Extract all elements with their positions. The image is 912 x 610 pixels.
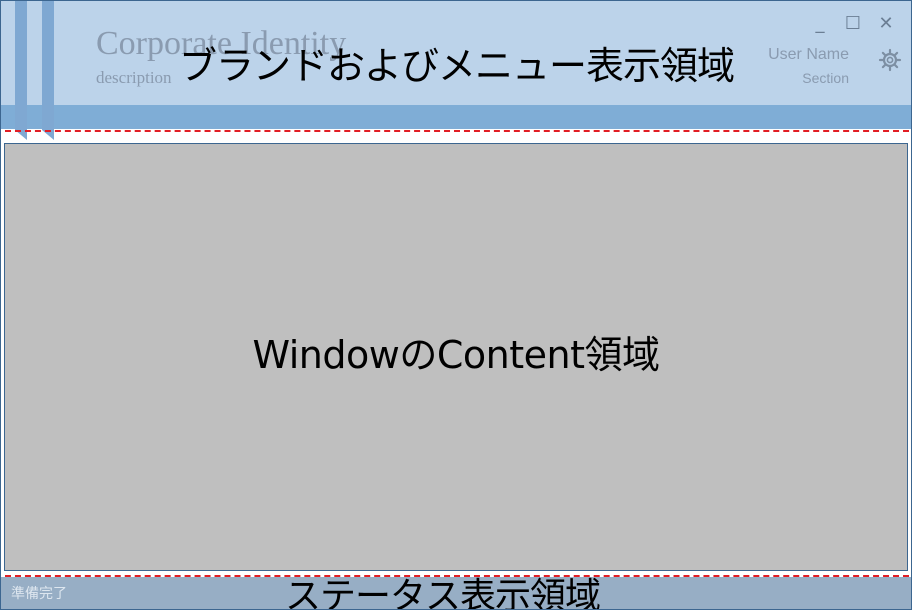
status-region-label: ステータス表示領域 xyxy=(285,576,601,610)
brand-stripe-left xyxy=(15,1,27,140)
maximize-icon: ☐ xyxy=(844,13,862,34)
menu-bar xyxy=(1,105,911,129)
minimize-icon: _ xyxy=(815,13,825,34)
maximize-button[interactable]: ☐ xyxy=(842,13,864,35)
status-bar: 準備完了 ステータス表示領域 xyxy=(1,577,911,609)
minimize-button[interactable]: _ xyxy=(809,13,831,35)
close-icon: ✕ xyxy=(878,13,894,34)
brand-description: description xyxy=(96,68,172,87)
settings-button[interactable] xyxy=(878,48,902,72)
content-area: WindowのContent領域 xyxy=(4,143,908,571)
gear-icon xyxy=(878,48,902,72)
app-window: Corporate Identity description ブランドおよびメニ… xyxy=(0,0,912,610)
status-text: 準備完了 xyxy=(11,586,67,602)
user-section: Section xyxy=(802,70,849,86)
close-button[interactable]: ✕ xyxy=(875,13,897,35)
brand-region-label: ブランドおよびメニュー表示領域 xyxy=(179,44,735,88)
header-region-divider xyxy=(5,130,909,132)
user-name[interactable]: User Name xyxy=(768,46,849,64)
brand-stripe-right xyxy=(42,1,54,140)
brand-header: Corporate Identity description ブランドおよびメニ… xyxy=(1,1,911,105)
content-region-label: WindowのContent領域 xyxy=(252,333,660,377)
